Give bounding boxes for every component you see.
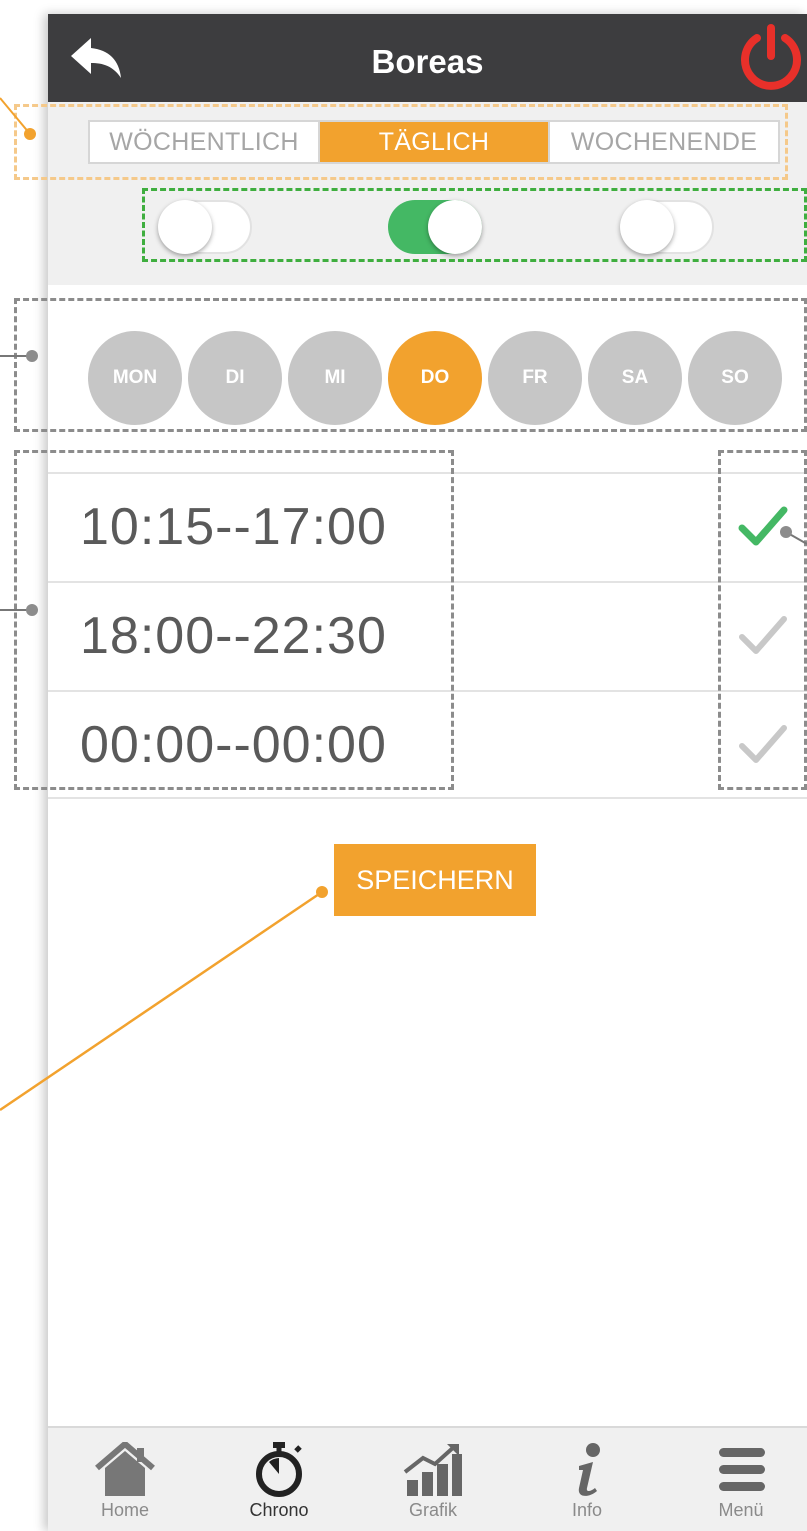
power-button[interactable] — [735, 22, 807, 94]
nav-home[interactable]: Home — [65, 1428, 185, 1531]
toggle-daily[interactable] — [388, 200, 482, 254]
nav-label: Home — [100, 1500, 149, 1520]
nav-label: Menü — [718, 1500, 764, 1520]
time-slot-text: 18:00--22:30 — [80, 607, 387, 665]
nav-label: Grafik — [408, 1500, 457, 1520]
day-di[interactable]: DI — [188, 331, 282, 425]
power-icon — [741, 24, 801, 90]
page: Boreas WÖCHENTLICH TÄGLICH WOCHENENDE MO… — [0, 0, 807, 1531]
nav-label: Info — [571, 1500, 603, 1520]
time-slot-text: 10:15--17:00 — [80, 498, 387, 556]
toggle-knob — [428, 200, 482, 254]
check-icon-disabled[interactable] — [738, 611, 788, 661]
nav-grafik[interactable]: Grafik — [373, 1428, 493, 1531]
day-fr[interactable]: FR — [488, 331, 582, 425]
phone-screen: Boreas WÖCHENTLICH TÄGLICH WOCHENENDE MO… — [48, 14, 807, 1531]
day-so[interactable]: SO — [688, 331, 782, 425]
day-selector: MON DI MI DO FR SA SO — [88, 331, 788, 425]
tab-daily[interactable]: TÄGLICH — [318, 122, 548, 162]
day-mon[interactable]: MON — [88, 331, 182, 425]
bottom-nav: Home Chrono Grafik Info Menü — [48, 1426, 807, 1531]
info-icon — [578, 1443, 600, 1496]
save-button[interactable]: SPEICHERN — [334, 844, 536, 916]
check-icon-disabled[interactable] — [738, 720, 788, 770]
toggle-weekend[interactable] — [620, 200, 714, 254]
mode-panel: WÖCHENTLICH TÄGLICH WOCHENENDE — [48, 102, 807, 285]
home-icon — [95, 1442, 155, 1496]
day-mi[interactable]: MI — [288, 331, 382, 425]
stopwatch-icon — [256, 1442, 302, 1497]
time-slot-list: 10:15--17:00 18:00--22:30 00:00--00:00 — [48, 472, 807, 799]
check-icon-enabled[interactable] — [738, 502, 788, 552]
nav-chrono[interactable]: Chrono — [219, 1428, 339, 1531]
toggle-knob — [620, 200, 674, 254]
time-slot-row[interactable]: 00:00--00:00 — [48, 690, 807, 799]
tab-weekly[interactable]: WÖCHENTLICH — [90, 122, 318, 162]
mode-tabs: WÖCHENTLICH TÄGLICH WOCHENENDE — [88, 120, 780, 164]
time-slot-row[interactable]: 18:00--22:30 — [48, 581, 807, 690]
app-header: Boreas — [48, 14, 807, 102]
chart-icon — [403, 1444, 462, 1496]
back-button[interactable] — [66, 30, 126, 86]
app-title: Boreas — [371, 43, 484, 80]
day-sa[interactable]: SA — [588, 331, 682, 425]
nav-menu[interactable]: Menü — [681, 1428, 801, 1531]
nav-info[interactable]: Info — [527, 1428, 647, 1531]
time-slot-text: 00:00--00:00 — [80, 716, 387, 774]
toggle-weekly[interactable] — [158, 200, 252, 254]
time-slot-row[interactable]: 10:15--17:00 — [48, 472, 807, 581]
nav-label: Chrono — [249, 1500, 309, 1520]
menu-icon — [719, 1448, 765, 1491]
day-do[interactable]: DO — [388, 331, 482, 425]
toggle-knob — [158, 200, 212, 254]
tab-weekend[interactable]: WOCHENENDE — [548, 122, 778, 162]
back-arrow-icon — [71, 38, 121, 78]
